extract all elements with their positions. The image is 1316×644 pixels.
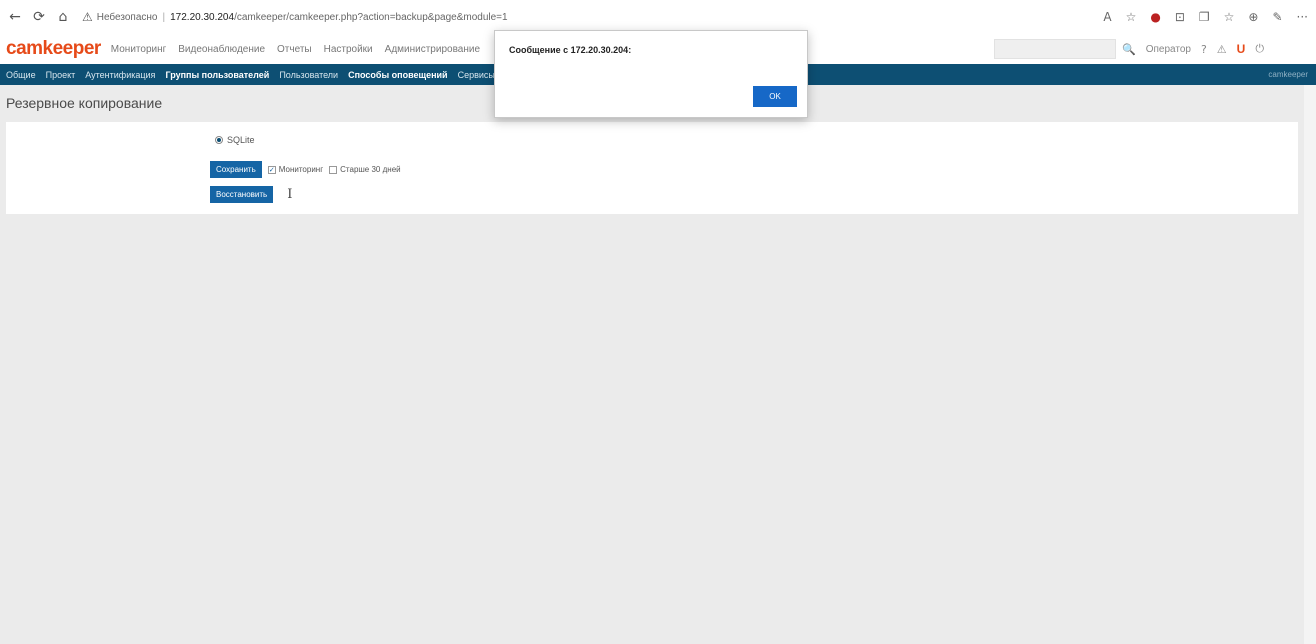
home-icon[interactable]: ⌂ xyxy=(54,8,72,26)
logout-icon[interactable]: ⏻ xyxy=(1255,42,1264,56)
dialog-title: Сообщение с 172.20.30.204: xyxy=(509,45,632,55)
favorite-icon[interactable]: ☆ xyxy=(1126,10,1137,24)
menu-reports[interactable]: Отчеты xyxy=(277,44,312,55)
user-label[interactable]: Оператор xyxy=(1146,44,1191,55)
warning-icon: ⚠ xyxy=(82,10,93,24)
backup-panel: SQLite Сохранить ✓ Мониторинг Старше 30 … xyxy=(6,122,1298,214)
alert-icon[interactable]: ⚠ xyxy=(1217,43,1227,56)
ok-button[interactable]: OK xyxy=(753,86,797,107)
text-cursor-icon: I xyxy=(287,187,293,202)
menu-monitoring[interactable]: Мониторинг xyxy=(111,44,166,55)
help-icon[interactable]: ? xyxy=(1201,43,1207,56)
address-bar[interactable]: ⚠ Небезопасно | 172.20.30.204 /camkeeper… xyxy=(82,6,508,28)
read-aloud-icon[interactable]: A xyxy=(1103,10,1111,24)
tab-user-groups[interactable]: Группы пользователей xyxy=(165,70,269,80)
save-button[interactable]: Сохранить xyxy=(210,161,262,178)
checkbox-checked-icon[interactable]: ✓ xyxy=(267,165,276,174)
edit-icon[interactable]: ✎ xyxy=(1272,10,1282,24)
checkbox-older-label: Старше 30 дней xyxy=(340,165,401,174)
header-actions: 🔍 Оператор ? ⚠ U ⏻ xyxy=(1122,34,1264,64)
browser-toolbar: ← ⟳ ⌂ ⚠ Небезопасно | 172.20.30.204 /cam… xyxy=(0,0,1316,34)
restore-button[interactable]: Восстановить xyxy=(210,186,274,203)
checkbox-monitoring[interactable]: ✓ Мониторинг xyxy=(267,165,324,174)
user-icon[interactable]: U xyxy=(1237,42,1246,56)
reload-icon[interactable]: ⟳ xyxy=(30,8,48,26)
split-screen-icon[interactable]: ❐ xyxy=(1199,10,1210,24)
menu-settings[interactable]: Настройки xyxy=(324,44,373,55)
subnav-right-label: camkeeper xyxy=(1268,70,1308,79)
restore-row: Восстановить I xyxy=(210,186,292,203)
page-title: Резервное копирование xyxy=(6,95,163,111)
save-row: Сохранить ✓ Мониторинг Старше 30 дней xyxy=(210,161,401,178)
tab-notification-methods[interactable]: Способы оповещений xyxy=(348,70,448,80)
browser-actions: A ☆ ● ⊡ ❐ ☆ ⊕ ✎ ··· xyxy=(1103,0,1308,34)
checkbox-monitoring-label: Мониторинг xyxy=(278,165,324,174)
db-radio[interactable]: SQLite xyxy=(215,135,255,145)
tab-services[interactable]: Сервисы xyxy=(458,70,495,80)
url-host: 172.20.30.204 xyxy=(170,11,235,23)
tab-icon[interactable]: ⊡ xyxy=(1175,10,1185,24)
address-separator: | xyxy=(162,11,166,23)
more-icon[interactable]: ··· xyxy=(1297,10,1308,24)
menu-administration[interactable]: Администрирование xyxy=(385,44,480,55)
page-edge-strip xyxy=(1304,85,1316,644)
main-menu: Мониторинг Видеонаблюдение Отчеты Настро… xyxy=(111,44,480,55)
checkbox-older-30-days[interactable]: Старше 30 дней xyxy=(329,165,401,174)
menu-video[interactable]: Видеонаблюдение xyxy=(178,44,265,55)
radio-label: SQLite xyxy=(227,135,255,145)
alert-dialog: Сообщение с 172.20.30.204: OK xyxy=(494,30,808,118)
search-icon[interactable]: 🔍 xyxy=(1122,43,1136,56)
collections-icon[interactable]: ⊕ xyxy=(1248,10,1258,24)
back-icon[interactable]: ← xyxy=(6,8,24,26)
extension-icon[interactable]: ● xyxy=(1150,10,1160,24)
radio-button[interactable] xyxy=(215,136,223,144)
favorites-icon[interactable]: ☆ xyxy=(1224,10,1235,24)
search-input[interactable] xyxy=(994,39,1116,59)
logo[interactable]: camkeeper xyxy=(6,38,101,60)
tab-users[interactable]: Пользователи xyxy=(279,70,338,80)
tab-general[interactable]: Общие xyxy=(6,70,36,80)
security-label: Небезопасно xyxy=(96,11,158,23)
url-path: /camkeeper/camkeeper.php?action=backup&p… xyxy=(234,11,508,23)
tab-project[interactable]: Проект xyxy=(46,70,76,80)
checkbox-empty-icon[interactable] xyxy=(329,165,338,174)
tab-authentication[interactable]: Аутентификация xyxy=(85,70,155,80)
